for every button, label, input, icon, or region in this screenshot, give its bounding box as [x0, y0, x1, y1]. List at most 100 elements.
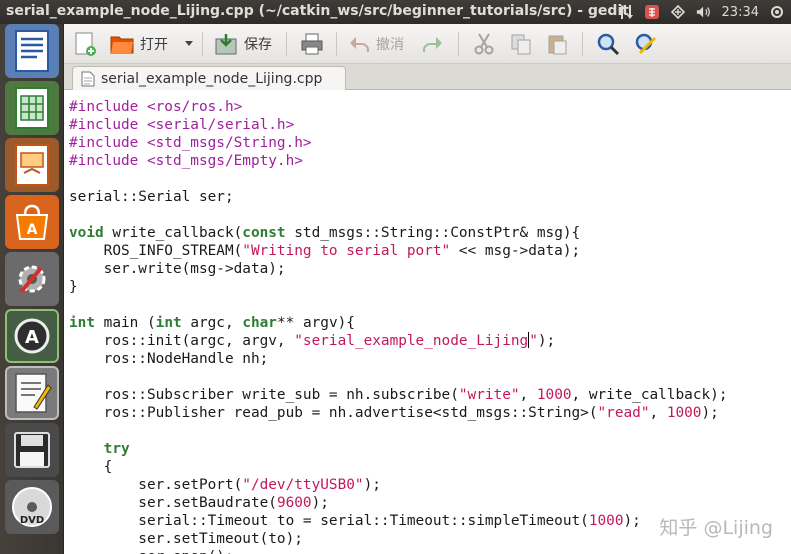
code-token: ser.setPort(: [69, 477, 243, 493]
power-gear-icon[interactable]: [769, 4, 785, 20]
code-token: "Writing to serial port": [242, 243, 451, 259]
code-token: ros::init(argc, argv,: [69, 333, 295, 349]
code-line[interactable]: serial::Timeout to = serial::Timeout::si…: [69, 512, 727, 530]
floppy-save-icon[interactable]: [5, 423, 59, 477]
search-icon: [597, 33, 620, 56]
code-line[interactable]: int main (int argc, char** argv){: [69, 314, 727, 332]
writer-icon[interactable]: [5, 24, 59, 78]
code-token: );: [537, 333, 556, 349]
code-line[interactable]: ros::Subscriber write_sub = nh.subscribe…: [69, 386, 728, 404]
gedit-window: 打开 保存 撤消 serial_example_node_Lijing.cpp …: [64, 24, 791, 554]
code-line[interactable]: [69, 170, 727, 188]
software-center-icon[interactable]: A: [5, 195, 59, 249]
code-line[interactable]: try: [69, 440, 727, 458]
code-line[interactable]: #include <serial/serial.h>: [69, 116, 727, 134]
open-button-label: 打开: [140, 37, 168, 53]
undo-arrow-icon: [350, 37, 369, 52]
save-icon: [215, 34, 237, 55]
code-token: const: [242, 225, 286, 241]
code-line[interactable]: ros::Publisher read_pub = nh.advertise<s…: [69, 404, 727, 422]
code-line[interactable]: ros::NodeHandle nh;: [69, 350, 727, 368]
update-manager-icon[interactable]: A: [5, 309, 59, 363]
code-line[interactable]: [69, 296, 727, 314]
copy-button[interactable]: [510, 30, 532, 58]
code-token: ** argv){: [276, 315, 355, 331]
code-token: ser.setTimeout(to);: [69, 531, 303, 547]
code-token: );: [623, 513, 641, 529]
impress-icon[interactable]: [5, 138, 59, 192]
code-line[interactable]: [69, 368, 727, 386]
document-tab-bar: serial_example_node_Lijing.cpp: [64, 64, 791, 91]
code-token: "serial_example_node_Lijing: [294, 333, 529, 349]
code-token: ROS_INFO_STREAM(: [69, 243, 243, 259]
calc-icon[interactable]: [5, 81, 59, 135]
code-token: , write_callback);: [571, 387, 728, 403]
open-button[interactable]: 打开: [110, 30, 168, 58]
cut-button[interactable]: [474, 30, 494, 58]
keyboard-input-icon[interactable]: [644, 4, 660, 20]
code-token: );: [701, 405, 719, 421]
sort-arrows-icon[interactable]: [618, 4, 634, 20]
code-line[interactable]: serial::Serial ser;: [69, 188, 727, 206]
system-settings-icon[interactable]: [5, 252, 59, 306]
code-token: void: [69, 225, 104, 241]
code-line[interactable]: ser.open();: [69, 548, 727, 554]
code-token: "/dev/ttyUSB0": [242, 477, 364, 493]
undo-button-label: 撤消: [376, 37, 404, 53]
text-editor-icon[interactable]: [5, 366, 59, 420]
redo-arrow-icon: [423, 37, 442, 52]
paste-icon: [548, 35, 567, 55]
code-line[interactable]: #include <std_msgs/String.h>: [69, 134, 727, 152]
code-line[interactable]: [69, 206, 727, 224]
code-line[interactable]: void write_callback(const std_msgs::Stri…: [69, 224, 727, 242]
code-line[interactable]: }: [69, 278, 727, 296]
toolbar: 打开 保存 撤消: [64, 24, 791, 64]
code-line[interactable]: [69, 422, 727, 440]
code-line[interactable]: #include <ros/ros.h>: [69, 98, 727, 116]
save-button[interactable]: 保存: [214, 30, 272, 58]
code-line[interactable]: ser.setTimeout(to);: [69, 530, 727, 548]
code-token: "read": [597, 405, 650, 421]
code-line[interactable]: ser.setBaudrate(9600);: [69, 494, 727, 512]
code-token: serial::Serial ser;: [69, 189, 234, 205]
code-token: std_msgs::String::ConstPtr& msg){: [285, 225, 581, 241]
code-token: 9600: [276, 495, 312, 511]
network-icon[interactable]: [670, 4, 686, 20]
text-file-icon: [81, 71, 95, 87]
code-token: 1000: [588, 513, 624, 529]
code-token: ": [529, 333, 538, 349]
code-token: {: [69, 459, 113, 475]
search-replace-button[interactable]: [634, 30, 658, 58]
code-line[interactable]: ros::init(argc, argv, "serial_example_no…: [69, 332, 727, 350]
code-token: #include <ros/ros.h>: [69, 99, 243, 115]
code-token: ser.setBaudrate(: [69, 495, 277, 511]
paste-button[interactable]: [546, 30, 568, 58]
code-line[interactable]: ROS_INFO_STREAM("Writing to serial port"…: [69, 242, 727, 260]
tab-document[interactable]: serial_example_node_Lijing.cpp: [72, 66, 346, 91]
code-token: );: [363, 477, 381, 493]
code-token: ,: [519, 387, 537, 403]
clock[interactable]: 23:34: [722, 5, 759, 20]
open-recent-dropdown[interactable]: [184, 30, 194, 58]
code-line[interactable]: ser.setPort("/dev/ttyUSB0");: [69, 476, 727, 494]
watermark-text: 知乎 @Lijing: [659, 517, 773, 539]
save-button-label: 保存: [244, 37, 272, 53]
code-token: }: [69, 279, 78, 295]
dvd-icon[interactable]: DVD: [5, 480, 59, 534]
print-button[interactable]: [300, 30, 324, 58]
undo-button[interactable]: 撤消: [348, 30, 404, 58]
redo-button[interactable]: [422, 30, 444, 58]
new-document-button[interactable]: [74, 30, 96, 58]
code-token: serial::Timeout to = serial::Timeout::si…: [69, 513, 589, 529]
scissors-icon: [474, 33, 494, 55]
code-line[interactable]: #include <std_msgs/Empty.h>: [69, 152, 727, 170]
code-token: char: [242, 315, 277, 331]
code-line[interactable]: {: [69, 458, 727, 476]
code-line[interactable]: ser.write(msg->data);: [69, 260, 727, 278]
code-token: ser.open();: [69, 549, 233, 554]
code-text[interactable]: #include <ros/ros.h> #include <serial/ser…: [69, 98, 727, 554]
search-button[interactable]: [596, 30, 620, 58]
volume-icon[interactable]: [696, 4, 712, 20]
code-editor[interactable]: #include <ros/ros.h> #include <serial/ser…: [64, 90, 791, 554]
toolbar-separator: [286, 32, 287, 56]
